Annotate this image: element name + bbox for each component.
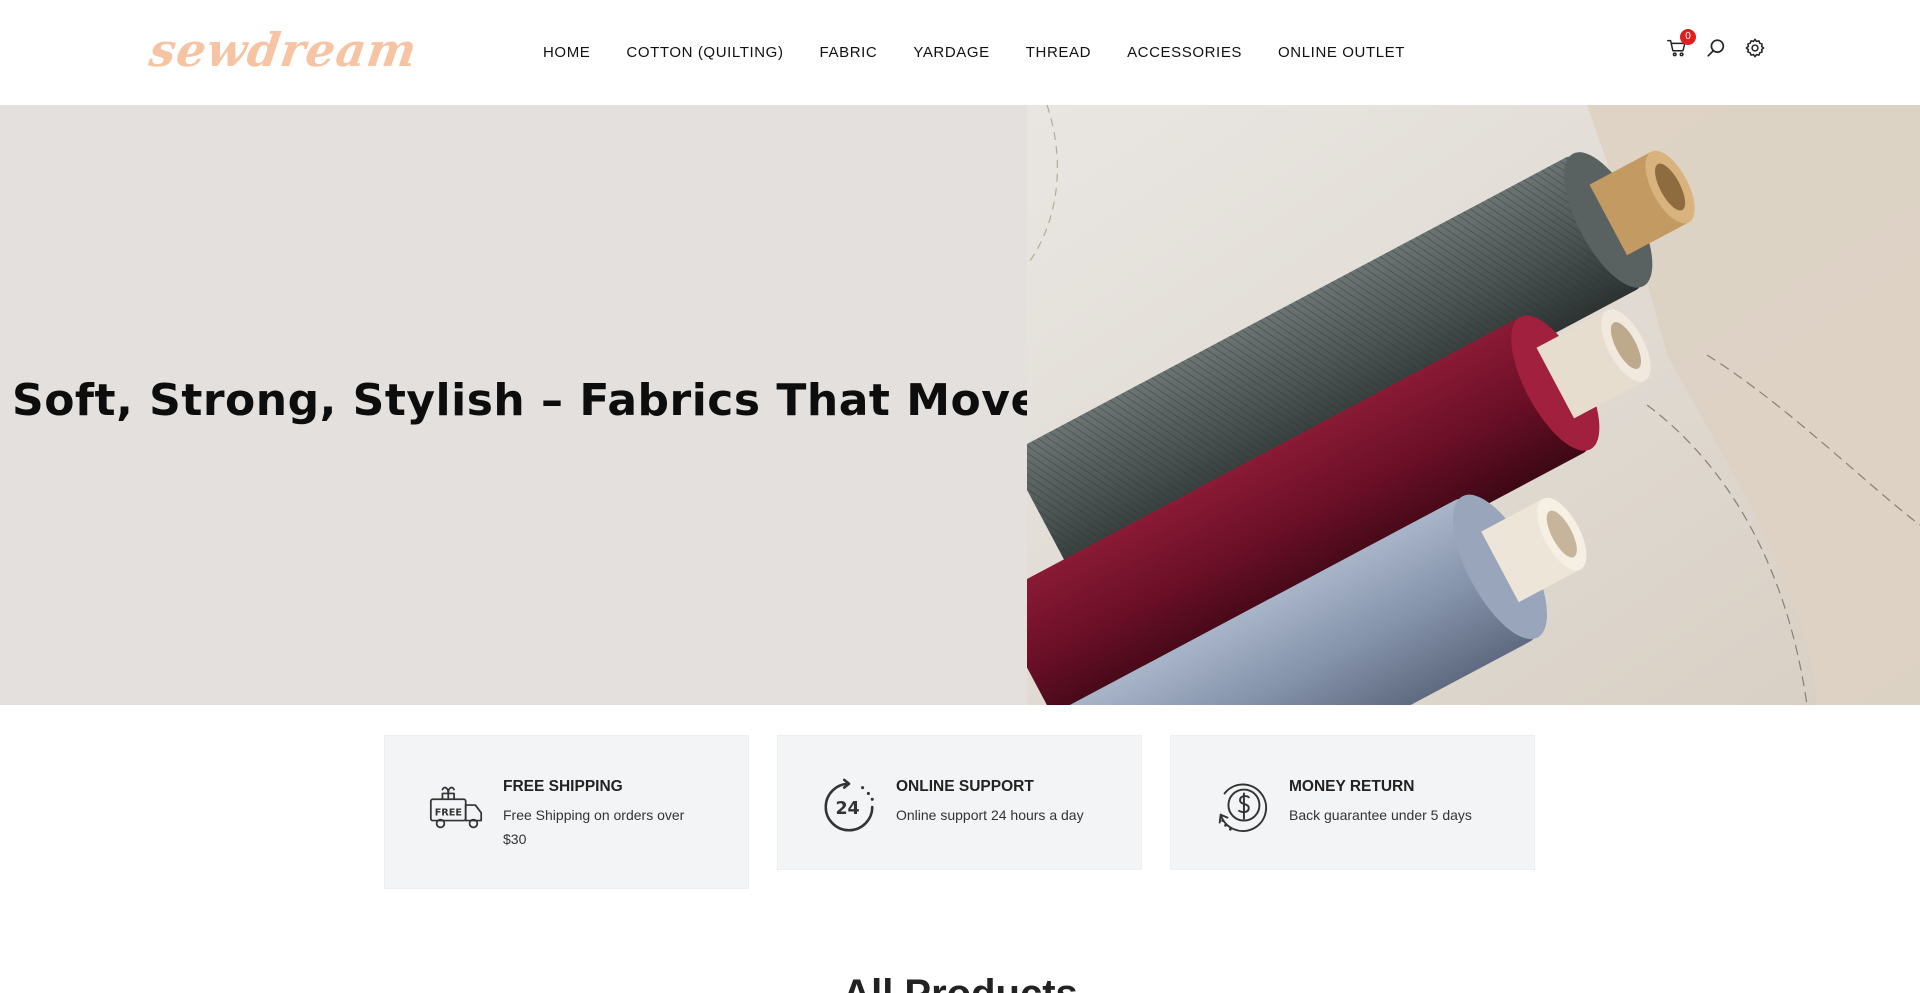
feature-text: MONEY RETURN Back guarantee under 5 days bbox=[1289, 776, 1472, 827]
feature-title: FREE SHIPPING bbox=[503, 778, 623, 795]
search-icon bbox=[1707, 39, 1725, 57]
free-delivery-truck-icon: FREE bbox=[429, 786, 483, 829]
features-row: FREE FREE SHIPPING Free Shipping on orde… bbox=[384, 735, 1535, 889]
nav-item-fabric[interactable]: FABRIC bbox=[820, 44, 878, 61]
svg-text:FREE: FREE bbox=[435, 808, 462, 819]
feature-online-support: 24 ONLINE SUPPORT Online support 24 hour… bbox=[777, 735, 1142, 870]
feature-title: ONLINE SUPPORT bbox=[896, 778, 1034, 795]
site-logo[interactable]: sewdream bbox=[146, 20, 421, 80]
main-nav: HOME COTTON (QUILTING) FABRIC YARDAGE TH… bbox=[543, 44, 1405, 61]
site-header: sewdream HOME COTTON (QUILTING) FABRIC Y… bbox=[0, 0, 1920, 105]
24-hour-support-icon: 24 bbox=[824, 778, 874, 832]
nav-item-home[interactable]: HOME bbox=[543, 44, 590, 61]
header-actions: 0 bbox=[1664, 29, 1768, 61]
feature-text: FREE SHIPPING Free Shipping on orders ov… bbox=[503, 776, 693, 851]
logo-text: sewdream bbox=[146, 23, 421, 77]
feature-desc: Free Shipping on orders over $30 bbox=[503, 807, 685, 847]
feature-text: ONLINE SUPPORT Online support 24 hours a… bbox=[896, 776, 1084, 827]
settings-button[interactable] bbox=[1742, 35, 1768, 61]
nav-item-cotton-quilting[interactable]: COTTON (QUILTING) bbox=[626, 44, 783, 61]
gear-icon bbox=[1745, 38, 1765, 58]
svg-text:24: 24 bbox=[835, 799, 859, 819]
cart-count-badge: 0 bbox=[1680, 29, 1696, 45]
fabric-rolls-image bbox=[1027, 105, 1920, 705]
nav-item-accessories[interactable]: ACCESSORIES bbox=[1127, 44, 1242, 61]
feature-desc: Back guarantee under 5 days bbox=[1289, 807, 1472, 823]
hero-banner: Soft, Strong, Stylish – Fabrics That Mov… bbox=[0, 105, 1920, 705]
money-return-icon bbox=[1218, 783, 1268, 832]
feature-title: MONEY RETURN bbox=[1289, 778, 1415, 795]
nav-item-online-outlet[interactable]: ONLINE OUTLET bbox=[1278, 44, 1405, 61]
cart-button[interactable]: 0 bbox=[1664, 29, 1696, 61]
search-button[interactable] bbox=[1703, 35, 1729, 61]
section-title: All Products bbox=[0, 972, 1920, 993]
feature-money-return: MONEY RETURN Back guarantee under 5 days bbox=[1170, 735, 1535, 870]
nav-item-thread[interactable]: THREAD bbox=[1026, 44, 1091, 61]
feature-desc: Online support 24 hours a day bbox=[896, 807, 1084, 823]
feature-free-shipping: FREE FREE SHIPPING Free Shipping on orde… bbox=[384, 735, 749, 889]
nav-item-yardage[interactable]: YARDAGE bbox=[913, 44, 989, 61]
